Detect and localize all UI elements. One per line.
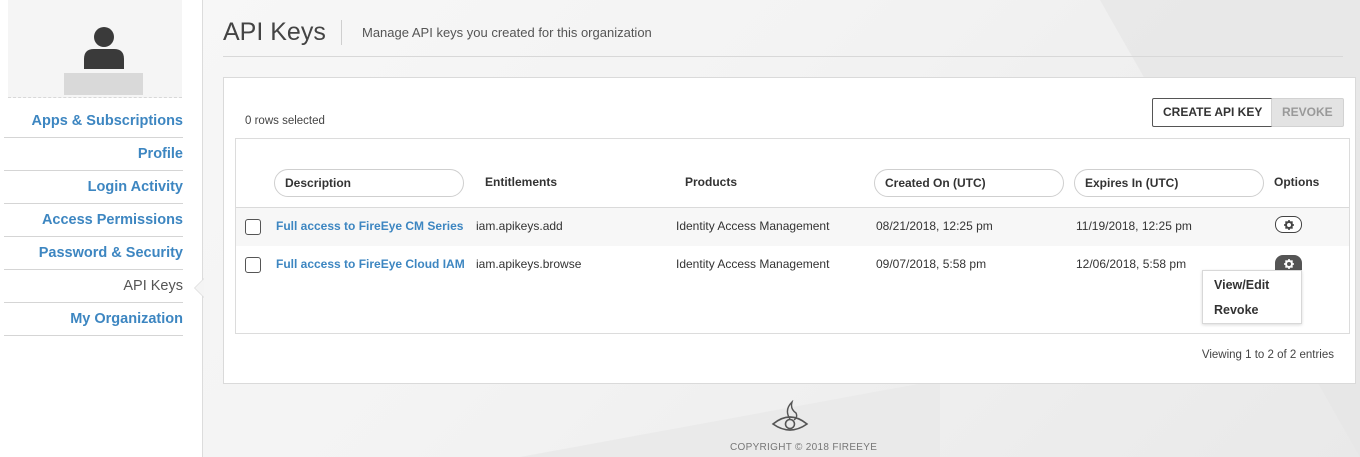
username-placeholder (64, 73, 143, 95)
entitlements-cell: iam.apikeys.browse (476, 257, 582, 271)
column-header-options: Options (1274, 175, 1320, 189)
pagination-info: Viewing 1 to 2 of 2 entries (1201, 349, 1334, 361)
column-header-created-on[interactable]: Created On (UTC) (874, 169, 1064, 197)
header-divider (223, 56, 1343, 57)
sidebar-item-profile[interactable]: Profile (4, 138, 183, 171)
sidebar-item-api-keys[interactable]: API Keys (4, 270, 204, 303)
create-api-key-button[interactable]: CREATE API KEY (1152, 98, 1274, 127)
products-cell: Identity Access Management (676, 219, 830, 233)
page-title: API Keys (223, 18, 326, 46)
column-header-products: Products (685, 175, 738, 189)
entitlements-cell: iam.apikeys.add (476, 219, 563, 233)
description-link[interactable]: Full access to FireEye Cloud IAM (276, 257, 465, 271)
column-header-description[interactable]: Description (274, 169, 464, 197)
copyright-text: COPYRIGHT © 2018 FIREEYE (730, 442, 878, 453)
active-caret-icon (194, 278, 204, 298)
options-button[interactable] (1275, 216, 1302, 233)
page-subtitle: Manage API keys you created for this org… (362, 25, 652, 40)
sidebar-item-apps-subscriptions[interactable]: Apps & Subscriptions (4, 105, 183, 138)
column-header-entitlements: Entitlements (485, 175, 558, 189)
created-on-cell: 08/21/2018, 12:25 pm (876, 219, 993, 233)
row-checkbox[interactable] (245, 257, 261, 273)
user-avatar-icon (84, 27, 124, 69)
created-on-cell: 09/07/2018, 5:58 pm (876, 257, 987, 271)
options-dropdown: View/Edit Revoke (1202, 270, 1302, 324)
api-keys-table: Description Entitlements Products Create… (235, 138, 1350, 334)
title-divider (341, 20, 342, 45)
rows-selected-text: 0 rows selected (245, 115, 325, 127)
sidebar-nav: Apps & Subscriptions Profile Login Activ… (0, 105, 204, 336)
gear-icon (1283, 219, 1294, 230)
expires-in-cell: 11/19/2018, 12:25 pm (1076, 219, 1192, 233)
row-checkbox[interactable] (245, 219, 261, 235)
expires-in-cell: 12/06/2018, 5:58 pm (1076, 257, 1187, 271)
sidebar-item-login-activity[interactable]: Login Activity (4, 171, 183, 204)
menu-item-revoke[interactable]: Revoke (1203, 298, 1301, 323)
api-keys-card: 0 rows selected CREATE API KEY REVOKE De… (223, 77, 1356, 384)
menu-item-view-edit[interactable]: View/Edit (1203, 273, 1301, 298)
table-row: Full access to FireEye CM Series iam.api… (236, 208, 1349, 246)
revoke-button[interactable]: REVOKE (1271, 98, 1344, 127)
column-header-expires-in[interactable]: Expires In (UTC) (1074, 169, 1264, 197)
profile-block (8, 0, 182, 98)
sidebar-item-my-organization[interactable]: My Organization (4, 303, 183, 336)
sidebar-item-label: API Keys (123, 278, 183, 294)
products-cell: Identity Access Management (676, 257, 830, 271)
description-link[interactable]: Full access to FireEye CM Series (276, 219, 463, 233)
sidebar: Apps & Subscriptions Profile Login Activ… (0, 0, 204, 457)
sidebar-item-password-security[interactable]: Password & Security (4, 237, 183, 270)
table-header: Description Entitlements Products Create… (236, 139, 1349, 208)
gear-icon (1283, 258, 1294, 269)
table-row: Full access to FireEye Cloud IAM iam.api… (236, 246, 1349, 284)
fireeye-logo-icon (771, 400, 809, 431)
sidebar-item-access-permissions[interactable]: Access Permissions (4, 204, 183, 237)
